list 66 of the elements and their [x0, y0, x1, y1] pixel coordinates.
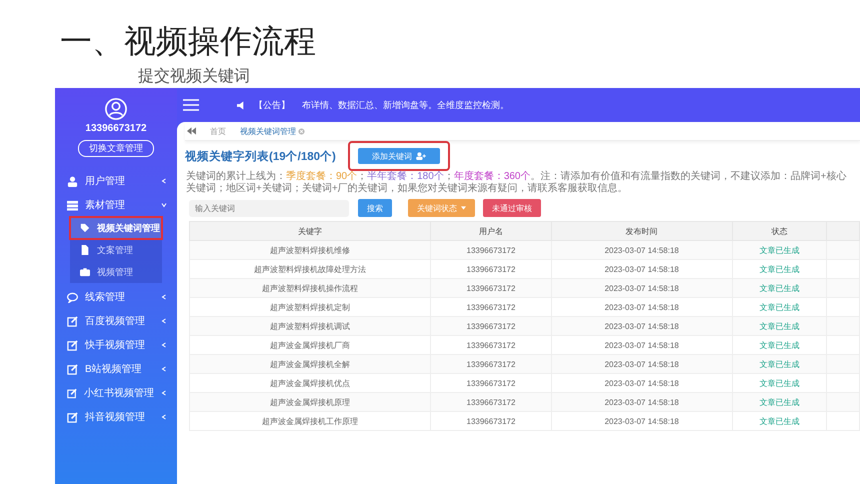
table-cell: 文章已生成: [732, 392, 826, 412]
chevron-icon: [161, 342, 167, 348]
menu-item[interactable]: 抖音视频管理: [55, 405, 177, 429]
table-cell: 文章已生成: [732, 412, 826, 430]
chevron-icon: [161, 366, 167, 372]
chevron-icon: [161, 390, 167, 396]
table-cell: 2023-03-07 14:58:18: [551, 316, 732, 336]
notice-tag: 【公告】: [254, 98, 290, 112]
column-header: 用户名: [430, 222, 552, 240]
breadcrumb-tab[interactable]: 视频关键词管理: [240, 126, 305, 136]
search-field[interactable]: 输入关键词: [189, 200, 349, 216]
column-header: 状态: [732, 222, 826, 240]
table-cell: 超声波塑料焊接机调试: [190, 316, 431, 336]
table-cell: 超声波金属焊接机原理: [190, 392, 431, 412]
search-button[interactable]: 搜索: [358, 199, 392, 217]
notice-paragraph: 关键词的累计上线为：季度套餐：90个；半年套餐：180个；年度套餐：360个。注：请添加有价值和有流量指数的关键词，不建议添加：品牌词+核心关键词；地区词+关键词；关键词+厂的关键词，如果您对关键词来源有疑问，请联系客服获取信息。: [186, 171, 848, 195]
speaker-icon: [237, 100, 246, 110]
table-cell: 13396673172: [430, 240, 552, 260]
user-avatar-icon: [105, 98, 127, 120]
menu-item[interactable]: 快手视频管理: [55, 333, 177, 357]
menu-item[interactable]: 素材管理: [55, 193, 177, 217]
column-header: 关键字: [190, 222, 431, 240]
menu-item[interactable]: 线索管理: [55, 285, 177, 309]
table-cell: 13396673172: [430, 278, 552, 298]
table-cell: 2023-03-07 14:58:18: [551, 392, 732, 412]
chevron-icon: [161, 294, 167, 300]
table-cell: 2023-03-07 14:58:18: [551, 240, 732, 260]
rejected-filter-button[interactable]: 未通过审核: [483, 199, 541, 217]
column-header: 发布时间: [551, 222, 732, 240]
table-cell: 13396673172: [430, 316, 552, 336]
table-cell: 13396673172: [430, 412, 552, 430]
table-cell: 13396673172: [430, 354, 552, 374]
add-keyword-button[interactable]: 添加关键词: [358, 148, 440, 164]
table-cell: 文章已生成: [732, 354, 826, 374]
table-cell: 超声波塑料焊接机维修: [190, 240, 431, 260]
menu-item[interactable]: 百度视频管理: [55, 309, 177, 333]
slide-subtitle: 提交视频关键词: [138, 66, 251, 87]
menu-item[interactable]: 小红书视频管理: [55, 381, 177, 405]
add-user-icon: [416, 152, 426, 160]
username: 13396673172: [85, 123, 147, 134]
slide-title: 一、视频操作流程: [60, 22, 317, 60]
table-cell: 文章已生成: [732, 316, 826, 336]
menu-item[interactable]: B站视频管理: [55, 357, 177, 381]
submenu-item[interactable]: 文案管理: [70, 239, 162, 261]
table-cell: 超声波金属焊接机工作原理: [190, 412, 431, 430]
table-cell: 2023-03-07 14:58:18: [551, 412, 732, 430]
switch-button[interactable]: 切换文章管理: [78, 140, 154, 157]
chevron-icon: [161, 178, 167, 184]
table-cell: 超声波金属焊接机全解: [190, 354, 431, 374]
table-cell: 文章已生成: [732, 278, 826, 298]
table-cell: 2023-03-07 14:58:18: [551, 354, 732, 374]
table-cell: 超声波塑料焊接机操作流程: [190, 278, 431, 298]
table-cell: 2023-03-07 14:58:18: [551, 278, 732, 298]
menu-item[interactable]: 用户管理: [55, 169, 177, 193]
chevron-icon: [161, 202, 167, 208]
notice-text: 布详情、数据汇总、新增询盘等。全维度监控检测。: [302, 98, 509, 112]
double-chevron-icon[interactable]: [187, 127, 196, 135]
table-cell: 13396673172: [430, 392, 552, 412]
caret-icon: [461, 206, 466, 210]
chevron-icon: [161, 318, 167, 324]
submenu-item[interactable]: 视频关键词管理: [70, 217, 162, 239]
page-title: 视频关键字列表(19个/180个): [185, 149, 336, 164]
chevron-icon: [161, 414, 167, 420]
table-cell: 文章已生成: [732, 240, 826, 260]
breadcrumb-tab[interactable]: 首页: [210, 126, 226, 136]
submenu-item[interactable]: 视频管理: [70, 261, 162, 283]
